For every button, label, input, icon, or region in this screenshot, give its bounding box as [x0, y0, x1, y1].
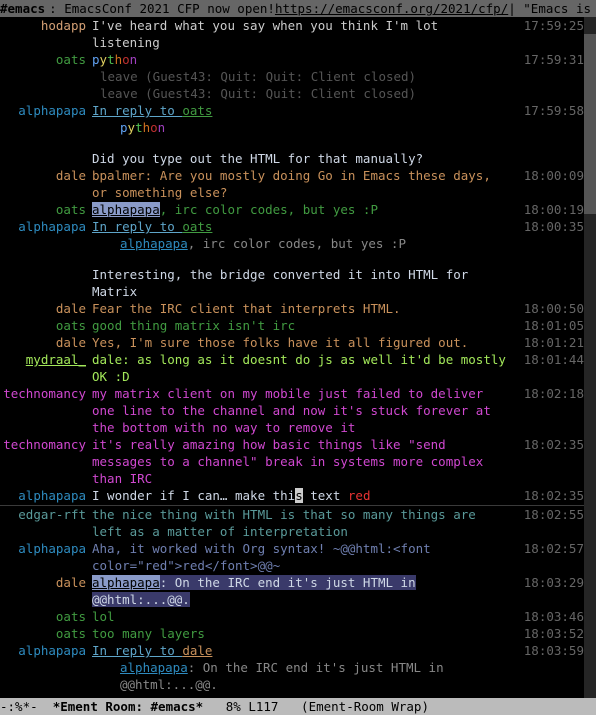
nick[interactable]: edgar-rft	[18, 507, 86, 522]
nick-link[interactable]: oats	[182, 219, 212, 234]
message-body: Fear the IRC client that interprets HTML…	[90, 300, 522, 317]
message-area[interactable]: hodapp I've heard what you say when you t…	[0, 17, 596, 698]
modeline-position: 8% L117	[203, 698, 301, 715]
message-body: Aha, it worked with Org syntax! ~@@html:…	[90, 540, 522, 574]
message-body: leave (Guest43: Quit: Quit: Client close…	[90, 68, 522, 85]
message-body: Yes, I'm sure those folks have it all fi…	[90, 334, 522, 351]
message-body: python	[90, 51, 522, 68]
message-row: oatspython17:59:31	[0, 51, 596, 68]
nick[interactable]: oats	[56, 52, 86, 67]
modeline-flags: -:%*-	[0, 698, 53, 715]
message-body: In reply to oatsalphapapa, irc color cod…	[90, 218, 522, 252]
nick[interactable]: dale	[56, 301, 86, 316]
nick-link[interactable]: alphapapa	[120, 660, 188, 675]
nick[interactable]: technomancy	[3, 386, 86, 401]
message-row: Interesting, the bridge converted it int…	[0, 266, 596, 300]
topic-prefix: : EmacsConf 2021 CFP now open!	[49, 0, 275, 17]
message-row: oatsgood thing matrix isn't irc18:01:05	[0, 317, 596, 334]
message-body: my matrix client on my mobile just faile…	[90, 385, 522, 436]
text-cursor: s	[295, 488, 303, 503]
nick-link[interactable]: alphapapa	[120, 236, 188, 251]
message-body: leave (Guest43: Quit: Quit: Client close…	[90, 85, 522, 102]
message-body: alphapapa: On the IRC end it's just HTML…	[90, 574, 522, 608]
scrollbar-thumb[interactable]	[584, 34, 596, 214]
nick-link[interactable]: dale	[182, 643, 212, 658]
message-row: alphapapa I wonder if I can… make this te…	[0, 487, 596, 504]
message-row: oatstoo many layers18:03:52	[0, 625, 596, 642]
reply-link[interactable]: In reply to	[92, 643, 182, 658]
message-body: good thing matrix isn't irc	[90, 317, 522, 334]
mode-line: -:%*- *Ement Room: #emacs* 8% L117 (Emen…	[0, 698, 596, 715]
message-row: alphapapa Aha, it worked with Org syntax!…	[0, 540, 596, 574]
message-row: technomancy my matrix client on my mobile…	[0, 385, 596, 436]
nick[interactable]: oats	[56, 318, 86, 333]
nick[interactable]: oats	[56, 202, 86, 217]
message-body: too many layers	[90, 625, 522, 642]
nick[interactable]: alphapapa	[18, 643, 86, 658]
message-body: Did you type out the HTML for that manua…	[90, 150, 522, 167]
nick[interactable]: technomancy	[3, 437, 86, 452]
message-row: edgar-rft the nice thing with HTML is tha…	[0, 506, 596, 540]
message-row: alphapapaIn reply to oatspython17:59:58	[0, 102, 596, 136]
modeline-buffer: *Ement Room: #emacs*	[53, 698, 204, 715]
message-row: oats alphapapa, irc color codes, but yes …	[0, 201, 596, 218]
nick[interactable]: oats	[56, 609, 86, 624]
scrollbar-track[interactable]	[584, 17, 596, 698]
message-body: In reply to oatspython	[90, 102, 522, 136]
message-row: dale bpalmer: Are you mostly doing Go in …	[0, 167, 596, 201]
message-row: dale alphapapa: On the IRC end it's just …	[0, 574, 596, 608]
message-body: it's really amazing how basic things lik…	[90, 436, 522, 487]
message-row: dale Yes, I'm sure those folks have it al…	[0, 334, 596, 351]
message-body: I wonder if I can… make this text red	[90, 487, 522, 504]
message-row: technomancy it's really amazing how basic…	[0, 436, 596, 487]
nick-mention[interactable]: alphapapa	[92, 575, 160, 590]
topic-url[interactable]: https://emacsconf.org/2021/cfp/	[275, 0, 508, 17]
message-row: Did you type out the HTML for that manua…	[0, 150, 596, 167]
message-row: leave (Guest43: Quit: Quit: Client close…	[0, 85, 596, 102]
message-body: alphapapa, irc color codes, but yes :P	[90, 201, 522, 218]
channel-topic-bar: #emacs: EmacsConf 2021 CFP now open! htt…	[0, 0, 596, 17]
message-body: the nice thing with HTML is that so many…	[90, 506, 522, 540]
reply-link[interactable]: In reply to	[92, 103, 182, 118]
modeline-mode: (Ement-Room Wrap)	[301, 698, 429, 715]
message-body: dale: as long as it doesnt do js as well…	[90, 351, 522, 385]
message-body: I've heard what you say when you think I…	[90, 17, 522, 51]
message-row: dale Fear the IRC client that interprets …	[0, 300, 596, 317]
nick[interactable]: alphapapa	[18, 541, 86, 556]
nick[interactable]: alphapapa	[18, 488, 86, 503]
message-row: oatslol18:03:46	[0, 608, 596, 625]
nick[interactable]: alphapapa	[18, 219, 86, 234]
message-row: alphapapaIn reply to oatsalphapapa, irc …	[0, 218, 596, 252]
nick[interactable]: hodapp	[41, 18, 86, 33]
topic-suffix: | "Emacs is a co	[508, 0, 596, 17]
nick-link[interactable]: oats	[182, 103, 212, 118]
channel-name: #emacs	[0, 0, 45, 17]
message-row: leave (Guest43: Quit: Quit: Client close…	[0, 68, 596, 85]
message-row: mydraal_ dale: as long as it doesnt do js…	[0, 351, 596, 385]
nick[interactable]: dale	[56, 575, 86, 590]
message-row: hodapp I've heard what you say when you t…	[0, 17, 596, 51]
message-body: In reply to dalealphapapa: On the IRC en…	[90, 642, 522, 693]
nick[interactable]: oats	[56, 626, 86, 641]
message-body: lol	[90, 608, 522, 625]
message-row: alphapapaIn reply to dalealphapapa: On t…	[0, 642, 596, 693]
nick[interactable]: alphapapa	[18, 103, 86, 118]
nick[interactable]: dale	[56, 168, 86, 183]
reply-link[interactable]: In reply to	[92, 219, 182, 234]
message-body: Interesting, the bridge converted it int…	[90, 266, 522, 300]
nick-mention[interactable]: alphapapa	[92, 202, 160, 217]
nick[interactable]: dale	[56, 335, 86, 350]
nick[interactable]: mydraal_	[26, 352, 86, 367]
message-body: bpalmer: Are you mostly doing Go in Emac…	[90, 167, 522, 201]
